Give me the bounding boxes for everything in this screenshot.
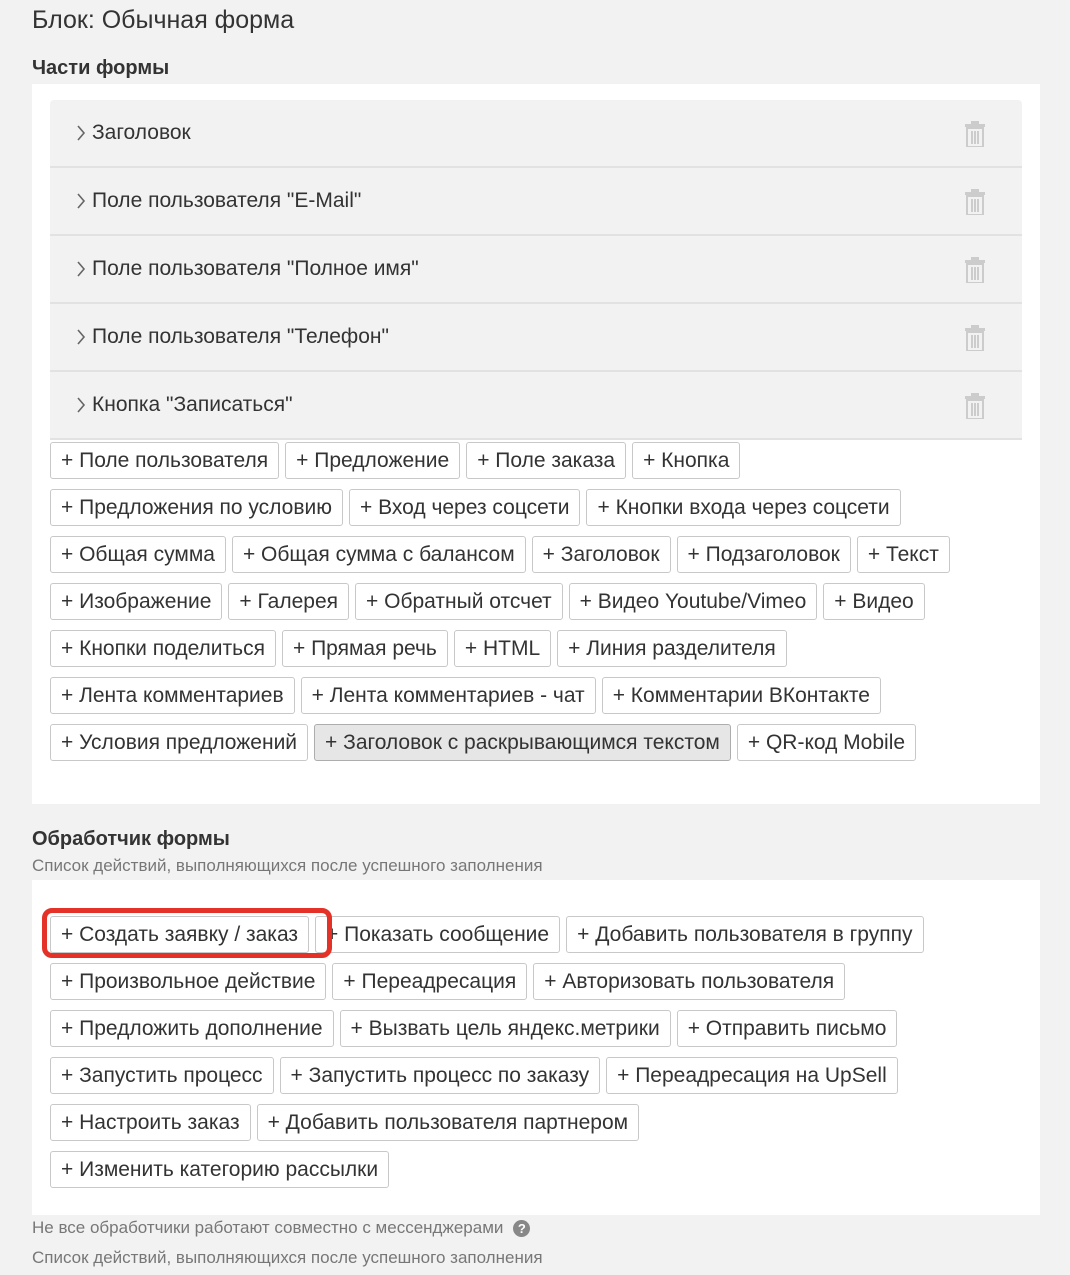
handler-section-title: Обработчик формы <box>32 828 230 850</box>
add-part-button[interactable]: + Подзаголовок <box>676 536 851 573</box>
add-part-button[interactable]: + Кнопки входа через соцсети <box>586 489 901 526</box>
form-part-row[interactable]: Поле пользователя "Телефон" <box>50 304 1022 372</box>
form-part-label: Кнопка "Записаться" <box>92 393 293 416</box>
handler-section-subtitle: Список действий, выполняющихся после усп… <box>32 856 543 875</box>
add-part-row: + Общая сумма + Общая сумма с балансом + З… <box>50 536 1030 583</box>
add-handler-button[interactable]: + Показать сообщение <box>315 916 561 953</box>
chevron-right-icon[interactable] <box>76 193 86 209</box>
chevron-right-icon[interactable] <box>76 329 86 345</box>
highlight-frame <box>42 908 332 958</box>
form-part-row[interactable]: Поле пользователя "E-Mail" <box>50 168 1022 236</box>
add-part-row: + Предложения по условию + Вход через соц… <box>50 489 1030 536</box>
add-handler-buttons: + Создать заявку / заказ + Показать сообщ… <box>50 916 1030 1198</box>
add-part-button[interactable]: + Условия предложений <box>50 724 309 761</box>
add-part-buttons: + Поле пользователя + Предложение + Поле з… <box>50 442 1030 771</box>
trash-icon[interactable] <box>964 325 986 351</box>
trash-icon[interactable] <box>964 121 986 147</box>
add-handler-row: + Предложить дополнение + Вызвать цель ян… <box>50 1010 1030 1057</box>
add-part-button[interactable]: + Кнопки поделиться <box>50 630 276 667</box>
add-handler-button[interactable]: + Добавить пользователя партнером <box>256 1104 640 1141</box>
add-handler-row: + Запустить процесс + Запустить процесс п… <box>50 1057 1030 1104</box>
add-handler-button[interactable]: + Запустить процесс <box>50 1057 274 1094</box>
trash-icon[interactable] <box>964 393 986 419</box>
add-handler-button[interactable]: + Произвольное действие <box>50 963 327 1000</box>
add-part-button[interactable]: + Комментарии ВКонтакте <box>601 677 881 714</box>
add-handler-button[interactable]: + Изменить категорию рассылки <box>50 1151 390 1188</box>
add-part-button[interactable]: + Прямая речь <box>281 630 448 667</box>
add-handler-button[interactable]: + Вызвать цель яндекс.метрики <box>339 1010 671 1047</box>
messenger-note: Не все обработчики работают совместно с … <box>32 1218 531 1238</box>
add-part-button[interactable]: + Поле заказа <box>466 442 627 479</box>
form-part-label: Поле пользователя "E-Mail" <box>92 189 362 212</box>
form-part-row[interactable]: Поле пользователя "Полное имя" <box>50 236 1022 304</box>
form-part-label: Заголовок <box>92 121 191 144</box>
form-parts-list: Заголовок Поле пользователя "E-Mail" Поле … <box>50 100 1022 440</box>
trash-icon[interactable] <box>964 257 986 283</box>
add-part-row: + Условия предложений + Заголовок с раскр… <box>50 724 1030 771</box>
add-handler-button[interactable]: + Авторизовать пользователя <box>533 963 846 1000</box>
add-handler-button[interactable]: + Запустить процесс по заказу <box>279 1057 601 1094</box>
add-part-button[interactable]: + Линия разделителя <box>557 630 787 667</box>
add-part-button[interactable]: + Лента комментариев - чат <box>300 677 596 714</box>
add-handler-button[interactable]: + Настроить заказ <box>50 1104 251 1141</box>
form-part-row[interactable]: Заголовок <box>50 100 1022 168</box>
chevron-right-icon[interactable] <box>76 125 86 141</box>
add-part-button[interactable]: + HTML <box>453 630 552 667</box>
add-part-button[interactable]: + Обратный отсчет <box>355 583 563 620</box>
add-part-button[interactable]: + Общая сумма <box>50 536 226 573</box>
add-part-button[interactable]: + Видео Youtube/Vimeo <box>568 583 818 620</box>
help-icon[interactable]: ? <box>513 1219 531 1237</box>
add-part-button[interactable]: + Галерея <box>228 583 350 620</box>
add-part-row: + Лента комментариев + Лента комментариев… <box>50 677 1030 724</box>
add-part-row: + Поле пользователя + Предложение + Поле з… <box>50 442 1030 489</box>
messenger-note-text: Не все обработчики работают совместно с … <box>32 1218 504 1237</box>
trash-icon[interactable] <box>964 189 986 215</box>
add-part-button[interactable]: + Предложение <box>285 442 461 479</box>
add-handler-row: + Изменить категорию рассылки <box>50 1151 1030 1198</box>
add-part-button[interactable]: + Заголовок с раскрывающимся текстом <box>314 724 731 761</box>
footer-subtitle: Список действий, выполняющихся после усп… <box>32 1248 543 1267</box>
form-part-label: Поле пользователя "Телефон" <box>92 325 389 348</box>
chevron-right-icon[interactable] <box>76 397 86 413</box>
page-title: Блок: Обычная форма <box>32 6 295 34</box>
add-part-button[interactable]: + Лента комментариев <box>50 677 295 714</box>
add-handler-button[interactable]: + Добавить пользователя в группу <box>566 916 924 953</box>
add-part-row: + Изображение + Галерея + Обратный отсчет +… <box>50 583 1030 630</box>
parts-section-title: Части формы <box>32 57 170 79</box>
form-parts-panel: Заголовок Поле пользователя "E-Mail" Поле … <box>32 84 1040 804</box>
add-part-button[interactable]: + Изображение <box>50 583 223 620</box>
add-handler-button[interactable]: + Переадресация на UpSell <box>606 1057 898 1094</box>
add-handler-button[interactable]: + Переадресация <box>332 963 528 1000</box>
add-part-button[interactable]: + Заголовок <box>531 536 671 573</box>
add-part-row: + Кнопки поделиться + Прямая речь + HTML + … <box>50 630 1030 677</box>
add-part-button[interactable]: + Текст <box>856 536 950 573</box>
add-part-button[interactable]: + Поле пользователя <box>50 442 280 479</box>
add-part-button[interactable]: + Кнопка <box>632 442 741 479</box>
add-part-button[interactable]: + QR-код Mobile <box>736 724 917 761</box>
form-part-row[interactable]: Кнопка "Записаться" <box>50 372 1022 440</box>
add-handler-button[interactable]: + Отправить письмо <box>676 1010 898 1047</box>
add-handler-button[interactable]: + Предложить дополнение <box>50 1010 334 1047</box>
add-part-button[interactable]: + Общая сумма с балансом <box>231 536 526 573</box>
add-handler-row: + Произвольное действие + Переадресация + … <box>50 963 1030 1010</box>
add-handler-row: + Настроить заказ + Добавить пользователя… <box>50 1104 1030 1151</box>
chevron-right-icon[interactable] <box>76 261 86 277</box>
add-part-button[interactable]: + Вход через соцсети <box>349 489 581 526</box>
add-part-button[interactable]: + Видео <box>823 583 925 620</box>
form-part-label: Поле пользователя "Полное имя" <box>92 257 419 280</box>
add-part-button[interactable]: + Предложения по условию <box>50 489 343 526</box>
